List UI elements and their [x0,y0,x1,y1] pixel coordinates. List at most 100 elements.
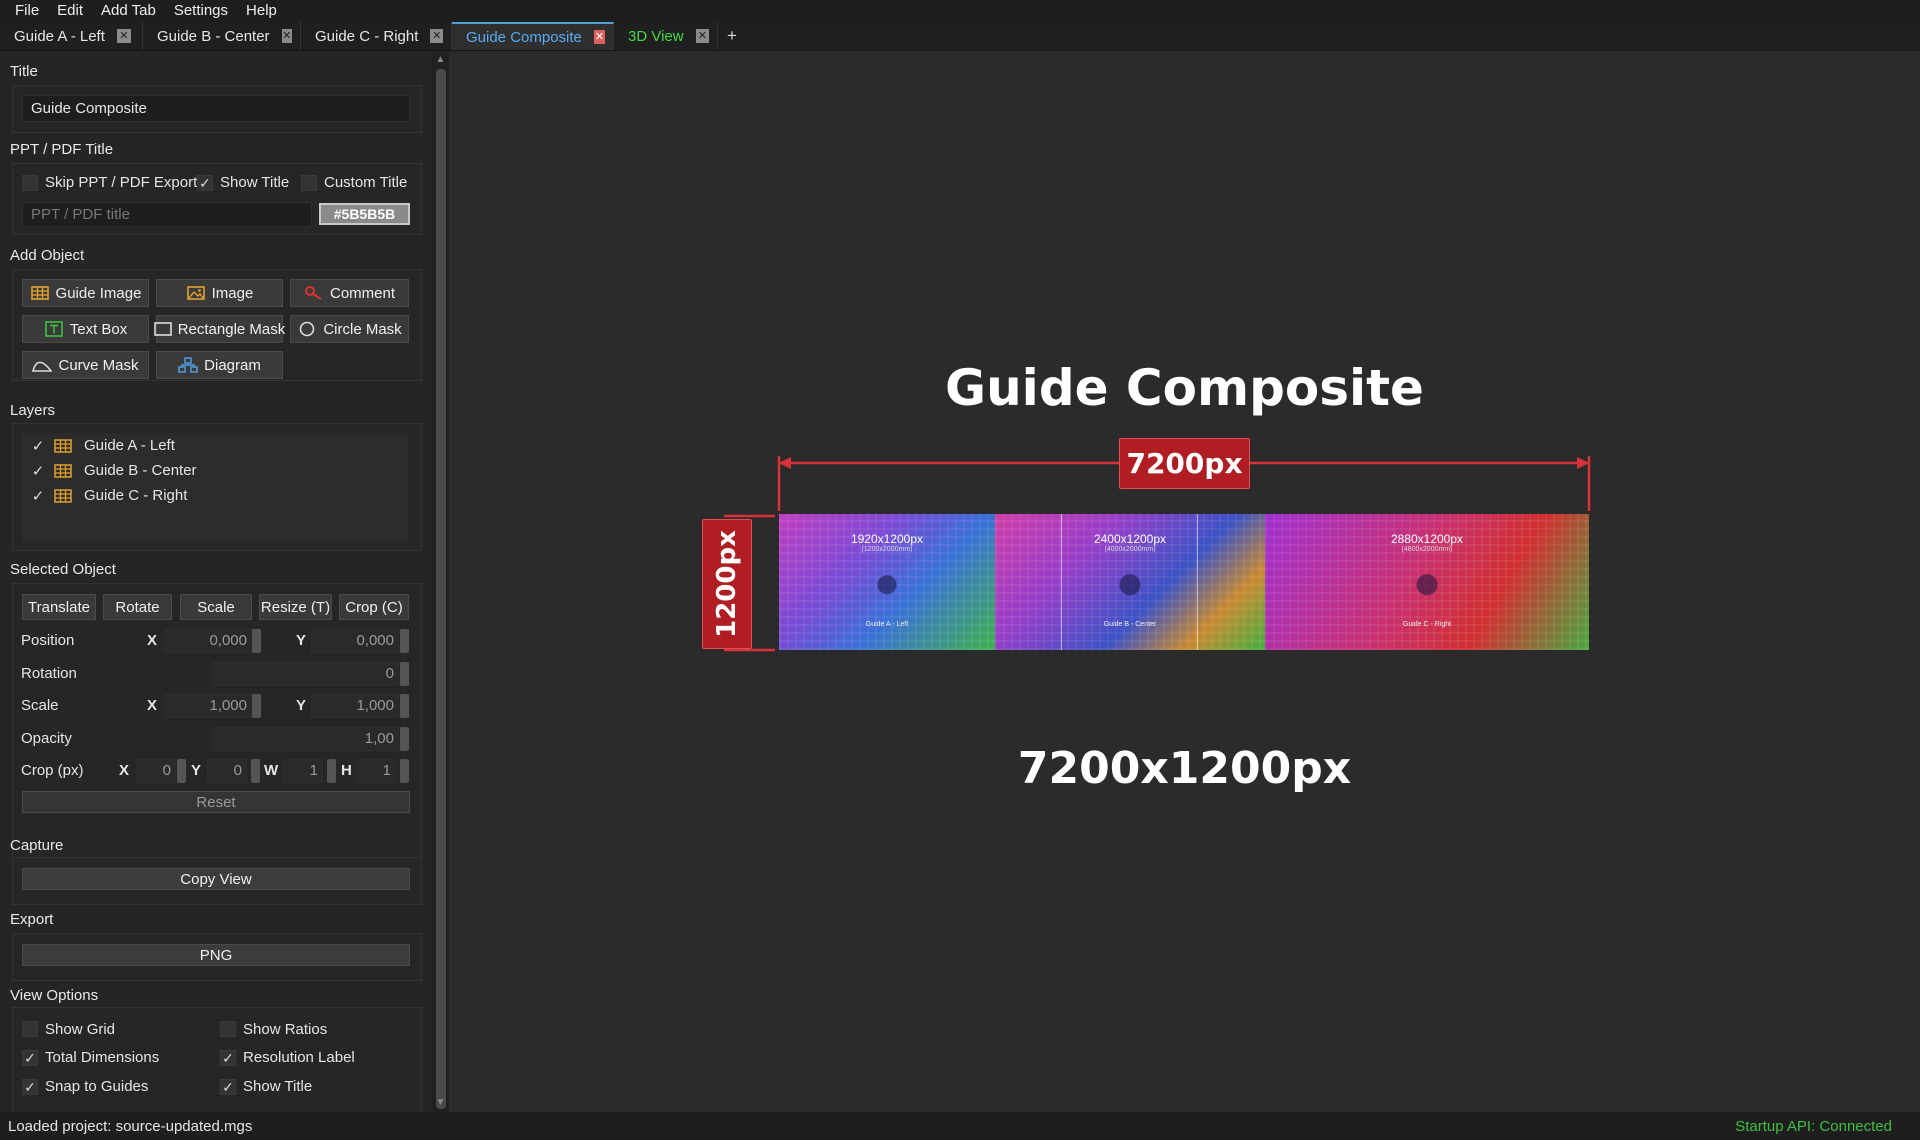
crop-w-input[interactable]: 1 [283,759,323,783]
position-x-stepper[interactable] [252,629,261,653]
show-title-view-checkbox[interactable]: ✓ [220,1079,236,1095]
image-name: Guide B - Center [1103,621,1157,628]
show-grid-checkbox[interactable] [22,1021,38,1037]
close-icon[interactable]: ✕ [116,29,131,43]
crop-x-stepper[interactable] [177,759,186,783]
panel-scrollbar[interactable]: ▲ ▼ [432,51,449,1112]
add-tab-button[interactable]: + [718,22,746,50]
scale-y-input[interactable]: 1,000 [311,694,399,718]
rotate-tool-button[interactable]: Rotate [103,594,172,620]
tab-guide-composite[interactable]: Guide Composite ✕ [452,22,614,50]
menu-file[interactable]: File [6,0,48,22]
show-ratios-checkbox[interactable] [220,1021,236,1037]
rotation-input[interactable]: 0 [212,662,399,686]
resize-tool-button[interactable]: Resize (T) [259,594,332,620]
skip-export-checkbox[interactable] [22,175,38,191]
scroll-up-icon[interactable]: ▲ [432,53,449,67]
tab-guide-a-left[interactable]: Guide A - Left ✕ [0,22,143,50]
tab-guide-b-center[interactable]: Guide B - Center ✕ [143,22,301,50]
add-diagram-button[interactable]: Diagram [156,351,283,379]
menu-add-tab[interactable]: Add Tab [92,0,165,22]
axis-h-label: H [341,762,352,779]
guide-image-a[interactable]: 1920x1200px (1200x2000mm) Guide A - Left [779,514,995,650]
add-circle-mask-button[interactable]: Circle Mask [290,315,409,343]
skip-export-label: Skip PPT / PDF Export [45,174,198,191]
snap-to-guides-checkbox[interactable]: ✓ [22,1079,38,1095]
rotation-stepper[interactable] [400,662,409,686]
button-label: Curve Mask [58,356,139,374]
layer-item-guide-c-right[interactable]: ✓ Guide C - Right [22,483,188,508]
check-icon[interactable]: ✓ [26,462,50,480]
menu-help[interactable]: Help [237,0,286,22]
show-title-checkbox[interactable]: ✓ [197,175,213,191]
add-object-heading: Add Object [10,247,85,264]
image-size-mm: (4000x2000mm) [1104,546,1156,553]
height-dimension-text: 1200px [712,530,742,638]
check-icon[interactable]: ✓ [26,437,50,455]
scroll-down-icon[interactable]: ▼ [432,1096,449,1110]
position-x-input[interactable]: 0,000 [164,629,252,653]
image-name: Guide A - Left [865,621,909,628]
translate-tool-button[interactable]: Translate [22,594,96,620]
layer-label: Guide B - Center [84,462,197,479]
tab-label: Guide C - Right [315,27,419,45]
crop-y-input[interactable]: 0 [207,759,247,783]
title-color-button[interactable]: #5B5B5B [319,203,410,225]
crop-tool-button[interactable]: Crop (C) [339,594,409,620]
crop-x-input[interactable]: 0 [136,759,176,783]
copy-view-button[interactable]: Copy View [22,868,410,890]
add-image-button[interactable]: Image [156,279,283,307]
menu-edit[interactable]: Edit [48,0,92,22]
add-guide-image-button[interactable]: Guide Image [22,279,149,307]
position-y-stepper[interactable] [400,629,409,653]
layer-item-guide-b-center[interactable]: ✓ Guide B - Center [22,458,197,483]
resolution-label-checkbox[interactable]: ✓ [220,1050,236,1066]
custom-title-label: Custom Title [324,174,408,191]
close-icon[interactable]: ✕ [593,30,605,44]
close-icon[interactable]: ✕ [430,29,443,43]
scroll-thumb[interactable] [436,69,446,1109]
add-text-box-button[interactable]: Text Box [22,315,149,343]
guide-image-c[interactable]: 2880x1200px (4800x2000mm) Guide C - Righ… [1265,514,1589,650]
add-rectangle-mask-button[interactable]: Rectangle Mask [153,315,285,343]
view-options-heading: View Options [10,987,99,1004]
menu-settings[interactable]: Settings [165,0,237,22]
tab-3d-view[interactable]: 3D View ✕ [614,22,718,50]
image-size-mm: (4800x2000mm) [1401,546,1453,553]
crop-h-input[interactable]: 1 [356,759,396,783]
axis-x-label: X [147,632,158,649]
close-icon[interactable]: ✕ [281,29,292,43]
composite-canvas[interactable]: Guide Composite 7200px 1200px 1920x1200p… [449,51,1920,1112]
check-icon[interactable]: ✓ [26,487,50,505]
title-input[interactable]: Guide Composite [22,95,410,122]
close-icon[interactable]: ✕ [695,29,709,43]
width-dimension-label: 7200px [1119,438,1250,489]
layer-list: ✓ Guide A - Left ✓ Guide B - Center ✓ Gu… [22,433,408,541]
show-grid-label: Show Grid [45,1021,116,1038]
grid-icon [54,438,76,453]
guide-image-b[interactable]: 2400x1200px (4000x2000mm) Guide B - Cent… [995,514,1265,650]
ppt-title-input[interactable]: PPT / PDF title [22,202,312,227]
custom-title-checkbox[interactable] [301,175,317,191]
position-y-input[interactable]: 0,000 [311,629,399,653]
scale-label: Scale [21,697,59,714]
png-export-button[interactable]: PNG [22,944,410,966]
opacity-stepper[interactable] [400,727,409,751]
crop-w-stepper[interactable] [327,759,336,783]
reset-button[interactable]: Reset [22,791,410,813]
scale-tool-button[interactable]: Scale [180,594,252,620]
add-curve-mask-button[interactable]: Curve Mask [22,351,149,379]
opacity-label: Opacity [21,730,72,747]
crop-h-stepper[interactable] [400,759,409,783]
scale-x-input[interactable]: 1,000 [164,694,252,718]
scale-x-stepper[interactable] [252,694,261,718]
image-resolution: 2880x1200px [1390,532,1464,546]
total-dimensions-checkbox[interactable]: ✓ [22,1050,38,1066]
layer-item-guide-a-left[interactable]: ✓ Guide A - Left [22,433,175,458]
add-comment-button[interactable]: Comment [290,279,409,307]
opacity-input[interactable]: 1,00 [212,727,399,751]
crop-y-stepper[interactable] [251,759,260,783]
scale-y-stepper[interactable] [400,694,409,718]
show-ratios-label: Show Ratios [243,1021,328,1038]
tab-guide-c-right[interactable]: Guide C - Right ✕ [301,22,452,50]
